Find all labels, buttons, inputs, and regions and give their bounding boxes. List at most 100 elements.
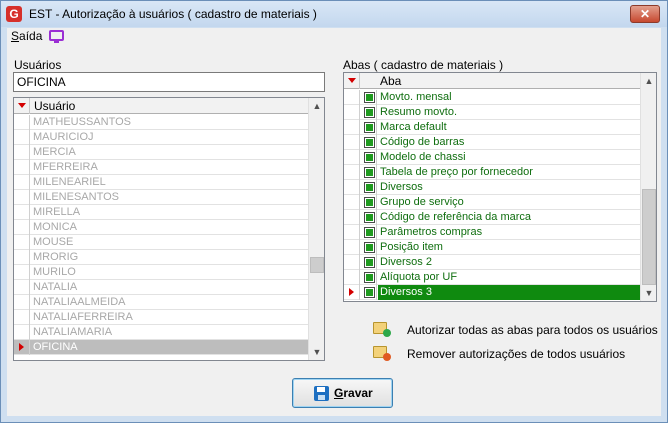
aba-checkbox[interactable] — [364, 137, 375, 148]
usuario-row[interactable]: MOUSE — [14, 235, 308, 250]
scroll-thumb[interactable] — [310, 257, 324, 273]
aba-checkbox[interactable] — [364, 242, 375, 253]
sort-indicator[interactable] — [344, 73, 360, 89]
aba-row[interactable]: Tabela de preço por fornecedor — [344, 165, 640, 180]
aba-row[interactable]: Código de barras — [344, 135, 640, 150]
usuario-row[interactable]: MIRELLA — [14, 205, 308, 220]
sort-down-icon — [348, 78, 356, 83]
usuarios-scrollbar[interactable]: ▲ ▼ — [308, 98, 324, 360]
aba-row[interactable]: Parâmetros compras — [344, 225, 640, 240]
remove-all-button[interactable]: Remover autorizações de todos usuários — [373, 345, 653, 363]
aba-checkbox[interactable] — [364, 182, 375, 193]
aba-checkbox[interactable] — [364, 197, 375, 208]
aba-checkbox[interactable] — [364, 227, 375, 238]
scroll-up-icon[interactable]: ▲ — [309, 98, 324, 114]
usuario-row[interactable]: MONICA — [14, 220, 308, 235]
usuario-cell: MURILO — [33, 266, 76, 278]
aba-checkbox[interactable] — [364, 152, 375, 163]
usuario-cell: MONICA — [33, 221, 77, 233]
abas-label: Abas ( cadastro de materiais ) — [343, 58, 504, 72]
aba-checkbox[interactable] — [364, 167, 375, 178]
app-logo-icon: G — [6, 6, 22, 22]
row-indicator — [344, 210, 360, 225]
row-indicator — [14, 265, 30, 280]
usuario-row[interactable]: MATHEUSSANTOS — [14, 115, 308, 130]
aba-checkbox[interactable] — [364, 122, 375, 133]
title-bar: G EST - Autorização à usuários ( cadastr… — [1, 1, 667, 27]
usuarios-rows: MATHEUSSANTOS MAURICIOJ MERCIA MFERREIRA MIL… — [14, 115, 308, 355]
usuario-row[interactable]: MILENEARIEL — [14, 175, 308, 190]
menu-saida[interactable]: Saída — [11, 29, 42, 43]
menu-saida-label: aída — [19, 29, 43, 43]
scroll-up-icon[interactable]: ▲ — [641, 73, 656, 89]
usuario-row[interactable]: OFICINA — [14, 340, 308, 355]
aba-checkbox[interactable] — [364, 257, 375, 268]
aba-row[interactable]: Resumo movto. — [344, 105, 640, 120]
usuario-row[interactable]: MRORIG — [14, 250, 308, 265]
aba-row[interactable]: Diversos 2 — [344, 255, 640, 270]
aba-row[interactable]: Diversos 3 — [344, 285, 640, 300]
row-indicator — [344, 255, 360, 270]
aba-row[interactable]: Código de referência da marca — [344, 210, 640, 225]
aba-row[interactable]: Alíquota por UF — [344, 270, 640, 285]
row-indicator — [344, 195, 360, 210]
usuario-row[interactable]: MURILO — [14, 265, 308, 280]
usuarios-grid-header: Usuário — [14, 98, 308, 114]
monitor-icon[interactable] — [49, 30, 64, 43]
aba-row[interactable]: Posição item — [344, 240, 640, 255]
usuario-column-header[interactable]: Usuário — [34, 99, 75, 113]
usuario-row[interactable]: MFERREIRA — [14, 160, 308, 175]
save-label: Gravar — [334, 386, 373, 400]
aba-checkbox-cell — [361, 270, 377, 285]
usuario-row[interactable]: MILENESANTOS — [14, 190, 308, 205]
aba-cell: Diversos 2 — [380, 256, 432, 268]
usuario-cell: MILENEARIEL — [33, 176, 106, 188]
row-indicator — [14, 325, 30, 340]
usuario-input[interactable]: OFICINA — [13, 72, 325, 92]
authorize-all-button[interactable]: Autorizar todas as abas para todos os us… — [373, 321, 658, 339]
scroll-thumb[interactable] — [642, 189, 656, 285]
current-row-arrow-icon — [349, 288, 354, 296]
aba-checkbox[interactable] — [364, 287, 375, 298]
window-title: EST - Autorização à usuários ( cadastro … — [29, 7, 317, 21]
scroll-down-icon[interactable]: ▼ — [309, 344, 324, 360]
usuario-row[interactable]: NATALIAMARIA — [14, 325, 308, 340]
row-indicator — [344, 270, 360, 285]
usuario-cell: MATHEUSSANTOS — [33, 116, 131, 128]
row-indicator — [14, 220, 30, 235]
aba-checkbox[interactable] — [364, 92, 375, 103]
aba-row[interactable]: Modelo de chassi — [344, 150, 640, 165]
row-indicator — [344, 180, 360, 195]
aba-checkbox[interactable] — [364, 272, 375, 283]
aba-row[interactable]: Marca default — [344, 120, 640, 135]
client-area: Saída Usuários OFICINA Usuário MATHEUSSA… — [7, 28, 661, 416]
abas-grid: Aba Movto. mensal Resumo movto. Marca defa… — [343, 72, 657, 302]
usuario-cell: OFICINA — [33, 341, 78, 353]
close-button[interactable]: ✕ — [630, 5, 660, 23]
floppy-disk-icon — [314, 386, 329, 401]
row-indicator — [14, 160, 30, 175]
usuario-row[interactable]: NATALIA — [14, 280, 308, 295]
usuario-row[interactable]: NATALIAFERREIRA — [14, 310, 308, 325]
aba-row[interactable]: Grupo de serviço — [344, 195, 640, 210]
aba-checkbox[interactable] — [364, 107, 375, 118]
usuario-row[interactable]: NATALIAALMEIDA — [14, 295, 308, 310]
aba-row[interactable]: Movto. mensal — [344, 90, 640, 105]
folder-add-icon — [373, 322, 391, 337]
usuario-row[interactable]: MERCIA — [14, 145, 308, 160]
abas-scrollbar[interactable]: ▲ ▼ — [640, 73, 656, 301]
sort-indicator[interactable] — [14, 98, 30, 114]
aba-checkbox-cell — [361, 195, 377, 210]
folder-remove-icon — [373, 346, 391, 361]
aba-checkbox-cell — [361, 105, 377, 120]
aba-checkbox[interactable] — [364, 212, 375, 223]
aba-checkbox-cell — [361, 150, 377, 165]
scroll-down-icon[interactable]: ▼ — [641, 285, 656, 301]
row-indicator — [344, 90, 360, 105]
aba-column-header[interactable]: Aba — [380, 74, 401, 88]
usuario-row[interactable]: MAURICIOJ — [14, 130, 308, 145]
aba-cell: Parâmetros compras — [380, 226, 483, 238]
save-button[interactable]: Gravar — [292, 378, 393, 408]
aba-row[interactable]: Diversos — [344, 180, 640, 195]
remove-dot-icon — [383, 353, 391, 361]
